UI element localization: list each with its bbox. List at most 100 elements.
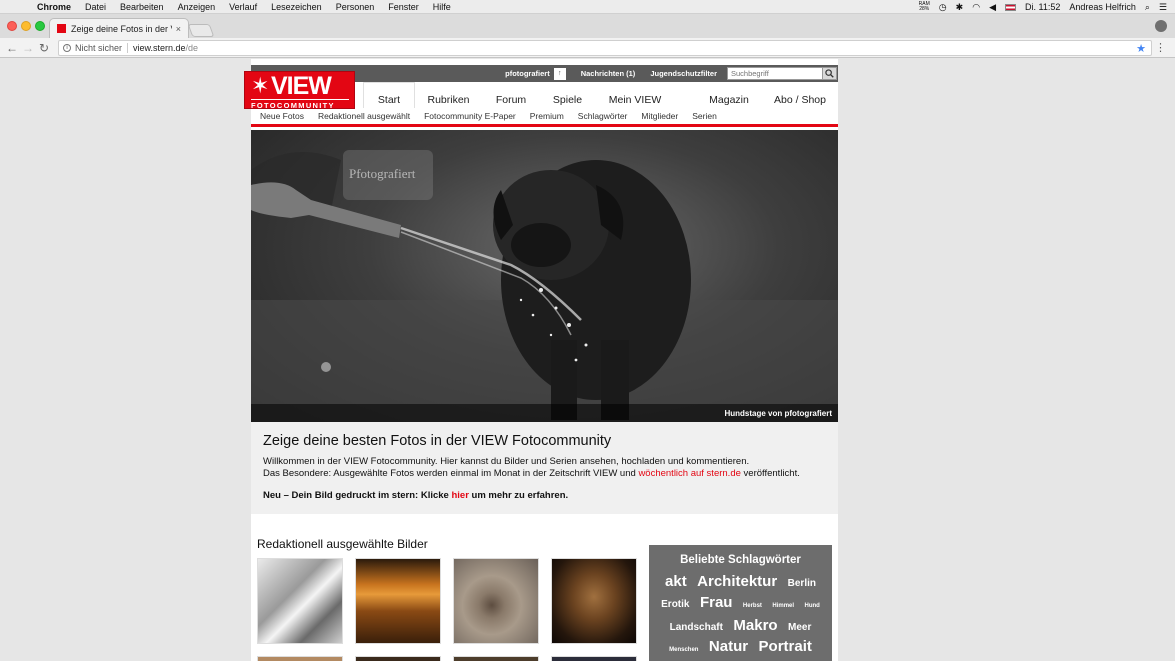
subnav-redaktionell[interactable]: Redaktionell ausgewählt xyxy=(318,111,410,121)
nav-rubriken[interactable]: Rubriken xyxy=(421,82,476,108)
tag-link[interactable]: Meer xyxy=(788,622,811,633)
info-icon[interactable]: i xyxy=(63,44,71,52)
tag-link[interactable]: Landschaft xyxy=(670,622,723,633)
menu-lesezeichen[interactable]: Lesezeichen xyxy=(271,2,322,12)
tag-link[interactable]: Natur xyxy=(709,638,748,655)
subnav-e-paper[interactable]: Fotocommunity E-Paper xyxy=(424,111,516,121)
menu-datei[interactable]: Datei xyxy=(85,2,106,12)
nav-forum[interactable]: Forum xyxy=(487,82,535,108)
thumbnail[interactable] xyxy=(355,656,441,661)
user-name[interactable]: Andreas Helfrich xyxy=(1069,2,1136,12)
url-separator xyxy=(127,43,129,53)
tagcloud-title: Beliebte Schlagwörter xyxy=(680,554,801,566)
intro-line2: Das Besondere: Ausgewählte Fotos werden … xyxy=(263,468,826,480)
url-path: /de xyxy=(185,43,199,53)
intro-line2-prefix: Das Besondere: Ausgewählte Fotos werden … xyxy=(263,467,636,479)
security-label: Nicht sicher xyxy=(75,43,123,53)
tag-link[interactable]: Architektur xyxy=(697,573,777,590)
nav-spiele[interactable]: Spiele xyxy=(545,82,590,108)
intro-note-prefix: Neu – Dein Bild gedruckt im stern: Klick… xyxy=(263,490,449,501)
intro-note: Neu – Dein Bild gedruckt im stern: Klick… xyxy=(263,490,826,502)
clock[interactable]: Di. 11:52 xyxy=(1025,2,1060,12)
subnav-serien[interactable]: Serien xyxy=(692,111,717,121)
bookmark-star-icon[interactable]: ★ xyxy=(1136,42,1146,55)
menu-bearbeiten[interactable]: Bearbeiten xyxy=(120,2,164,12)
tag-link[interactable]: Berlin xyxy=(788,578,816,589)
stern-favicon-icon xyxy=(57,24,66,33)
tag-link[interactable]: Menschen xyxy=(669,647,698,653)
view-fotocommunity-logo[interactable]: ✶ VIEW FOTOCOMMUNITY xyxy=(244,71,355,110)
hero-image[interactable]: Pfotografiert Hundstage von pfotografier… xyxy=(251,130,838,422)
minimize-window-button[interactable] xyxy=(21,21,31,31)
tab-close-icon[interactable]: × xyxy=(176,24,181,34)
input-source-flag-icon[interactable] xyxy=(1004,3,1016,11)
notification-center-icon[interactable]: ☰ xyxy=(1159,2,1167,13)
bluetooth-icon[interactable]: ✱ xyxy=(956,2,964,13)
hero-photo-dog: Pfotografiert xyxy=(251,150,838,422)
spotlight-icon[interactable]: ⌕ xyxy=(1145,2,1150,13)
tag-link[interactable]: Erotik xyxy=(661,599,689,610)
messages-link[interactable]: Nachrichten (1) xyxy=(581,69,636,78)
address-bar[interactable]: i Nicht sicher view.stern.de /de ★ xyxy=(58,40,1152,56)
subnav-schlagwoerter[interactable]: Schlagwörter xyxy=(578,111,628,121)
thumbnail-staircase[interactable] xyxy=(257,558,343,644)
user-menu-arrow-icon[interactable]: ↑ xyxy=(553,67,566,80)
wifi-icon[interactable]: ◠ xyxy=(972,2,980,13)
nav-abo-shop[interactable]: Abo / Shop xyxy=(769,82,831,108)
menu-verlauf[interactable]: Verlauf xyxy=(229,2,257,12)
fullscreen-window-button[interactable] xyxy=(35,21,45,31)
nav-mein-view[interactable]: Mein VIEW xyxy=(601,82,669,108)
subnav-premium[interactable]: Premium xyxy=(530,111,564,121)
tab-strip: Zeige deine Fotos in der VIEW × xyxy=(0,14,1175,38)
stern-weekly-link[interactable]: wöchentlich auf stern.de xyxy=(638,468,740,479)
youth-filter-link[interactable]: Jugendschutzfilter xyxy=(650,69,717,78)
thumbnail-portrait-woman[interactable] xyxy=(551,558,637,644)
intro-line1: Willkommen in der VIEW Fotocommunity. Hi… xyxy=(263,456,750,467)
tag-link[interactable]: Makro xyxy=(733,617,777,634)
menu-personen[interactable]: Personen xyxy=(336,2,375,12)
search-button[interactable] xyxy=(823,67,837,80)
profile-icon[interactable] xyxy=(1155,20,1167,32)
ram-indicator[interactable]: RAM 28% xyxy=(919,2,930,12)
time-machine-icon[interactable]: ◷ xyxy=(939,2,947,13)
thumbnail[interactable] xyxy=(453,656,539,661)
user-link[interactable]: pfotografiert xyxy=(505,69,550,78)
nav-start[interactable]: Start xyxy=(363,82,415,108)
ram-value: 28% xyxy=(919,6,930,12)
tag-link[interactable]: akt xyxy=(665,573,687,590)
tag-link[interactable]: Hund xyxy=(805,603,820,609)
editorial-title: Redaktionell ausgewählte Bilder xyxy=(257,537,428,551)
volume-icon[interactable]: ◀ xyxy=(989,2,996,13)
stern-star-icon: ✶ xyxy=(251,73,270,98)
macos-menubar: Chrome Datei Bearbeiten Anzeigen Verlauf… xyxy=(0,0,1175,14)
subnav-neue-fotos[interactable]: Neue Fotos xyxy=(260,111,304,121)
thumbnail-sunset-dunes[interactable] xyxy=(355,558,441,644)
sub-nav: Neue Fotos Redaktionell ausgewählt Fotoc… xyxy=(251,108,838,127)
menu-hilfe[interactable]: Hilfe xyxy=(433,2,451,12)
thumbnail-insect-macro[interactable] xyxy=(453,558,539,644)
hier-link[interactable]: hier xyxy=(451,490,468,501)
tag-link[interactable]: Herbst xyxy=(743,603,762,609)
tag-link[interactable]: Himmel xyxy=(772,603,794,609)
new-tab-button[interactable] xyxy=(187,24,215,37)
thumbnail[interactable] xyxy=(551,656,637,661)
hero-caption[interactable]: Hundstage von pfotografiert xyxy=(251,404,838,422)
back-arrow-icon[interactable]: ← xyxy=(6,41,18,55)
intro-note-suffix: um mehr zu erfahren. xyxy=(471,490,569,501)
chrome-menu-icon[interactable]: ⋮ xyxy=(1155,41,1166,54)
close-window-button[interactable] xyxy=(7,21,17,31)
reload-icon[interactable]: ↻ xyxy=(39,41,49,55)
browser-tab[interactable]: Zeige deine Fotos in der VIEW × xyxy=(49,18,189,38)
menu-fenster[interactable]: Fenster xyxy=(388,2,419,12)
tag-link[interactable]: Frau xyxy=(700,594,733,611)
tag-cloud: akt Architektur Berlin Erotik Frau Herbs… xyxy=(649,572,832,661)
app-menu-chrome[interactable]: Chrome xyxy=(37,2,71,12)
search-input[interactable] xyxy=(727,67,823,80)
subnav-mitglieder[interactable]: Mitglieder xyxy=(641,111,678,121)
menu-anzeigen[interactable]: Anzeigen xyxy=(178,2,216,12)
nav-magazin[interactable]: Magazin xyxy=(703,82,755,108)
popular-tags-box: Beliebte Schlagwörter akt Architektur Be… xyxy=(649,545,832,661)
thumbnail[interactable] xyxy=(257,656,343,661)
tag-link[interactable]: Portrait xyxy=(759,638,812,655)
forward-arrow-icon[interactable]: → xyxy=(22,41,34,55)
